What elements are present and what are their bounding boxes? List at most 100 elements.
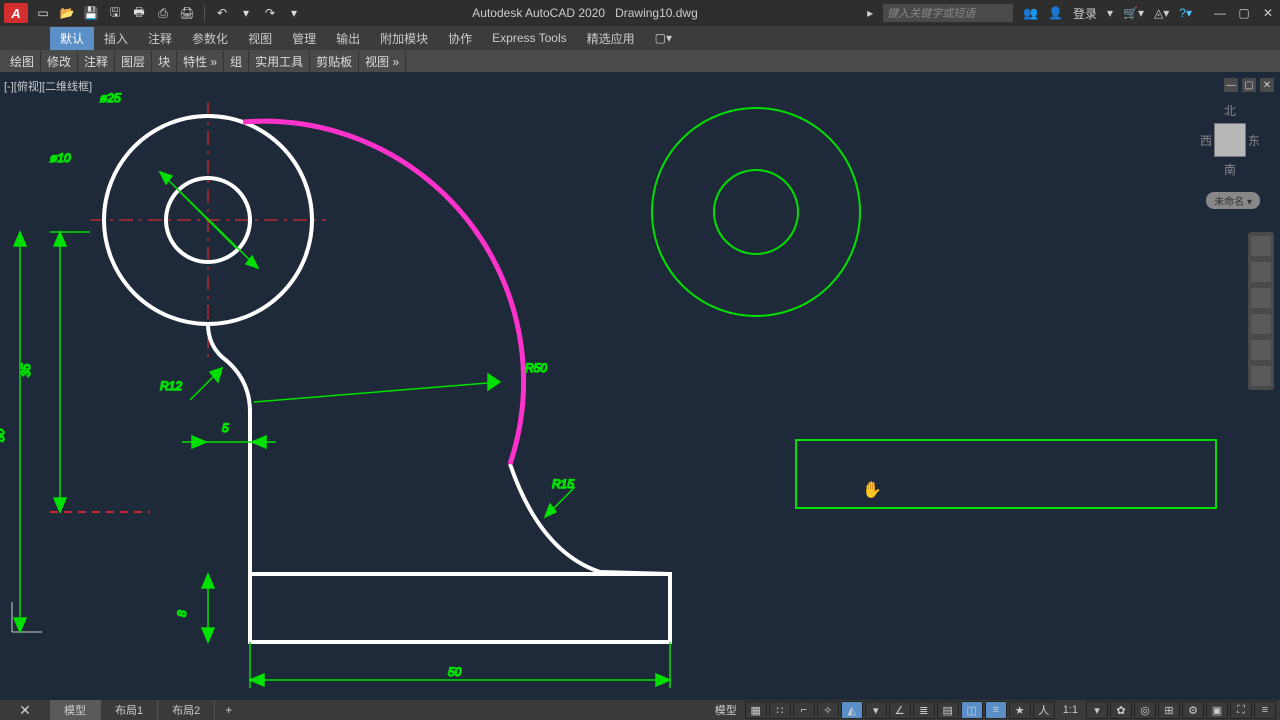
document-name: Drawing10.dwg xyxy=(615,6,698,20)
ortho-icon[interactable]: ⌐ xyxy=(793,701,815,719)
tab-layout2[interactable]: 布局2 xyxy=(158,700,215,720)
hardware-accel-icon[interactable]: ⚙ xyxy=(1182,701,1204,719)
undo-drop-icon[interactable]: ▾ xyxy=(237,4,255,22)
redo-drop-icon[interactable]: ▾ xyxy=(285,4,303,22)
window-controls: — ▢ ✕ xyxy=(1212,5,1276,21)
scale-drop-icon[interactable]: ▾ xyxy=(1086,701,1108,719)
panel-layers[interactable]: 图层 xyxy=(115,51,152,72)
commandline-close-icon[interactable]: ✕ xyxy=(0,702,50,719)
lineweight-icon[interactable]: ≣ xyxy=(913,701,935,719)
tab-manage[interactable]: 管理 xyxy=(282,27,326,50)
saveas-icon[interactable]: 🖫 xyxy=(106,4,124,22)
ucs-icon xyxy=(12,602,42,632)
save-icon[interactable]: 💾 xyxy=(82,4,100,22)
publish-icon[interactable]: ⎙ xyxy=(154,4,172,22)
tab-express[interactable]: Express Tools xyxy=(482,28,576,48)
dyninput-icon[interactable]: ≡ xyxy=(985,701,1007,719)
panel-view[interactable]: 视图 » xyxy=(359,51,406,72)
print-icon[interactable]: 🖨 xyxy=(178,4,196,22)
viewcube-east[interactable]: 东 xyxy=(1248,132,1260,149)
otrack-icon[interactable]: ∠ xyxy=(889,701,911,719)
tab-parametric[interactable]: 参数化 xyxy=(182,27,238,50)
status-model[interactable]: 模型 xyxy=(709,702,743,718)
drawing-canvas[interactable]: ø25 ø10 R50 R15 R12 35 50 5 8 50 xyxy=(0,72,1280,700)
open-icon[interactable]: 📂 xyxy=(58,4,76,22)
search-input[interactable]: 键入关键字或短语 xyxy=(883,4,1013,22)
viewcube-top-face[interactable] xyxy=(1214,123,1246,157)
tab-view[interactable]: 视图 xyxy=(238,27,282,50)
selection-cycling-icon[interactable]: ◫ xyxy=(961,701,983,719)
tab-featured[interactable]: 精选应用 xyxy=(577,27,645,50)
panel-annotate[interactable]: 注释 xyxy=(78,51,115,72)
transparency-icon[interactable]: ▤ xyxy=(937,701,959,719)
maximize-icon[interactable]: ▢ xyxy=(1236,5,1252,21)
search-arrow-icon[interactable]: ▸ xyxy=(867,6,873,20)
annoscale-icon[interactable]: 人 xyxy=(1033,701,1055,719)
grid-icon[interactable]: ▦ xyxy=(745,701,767,719)
panel-block[interactable]: 块 xyxy=(152,51,177,72)
nav-showmotion-icon[interactable] xyxy=(1251,340,1271,360)
new-icon[interactable]: ▭ xyxy=(34,4,52,22)
app-logo[interactable]: A xyxy=(4,3,28,23)
panel-properties[interactable]: 特性 » xyxy=(177,51,224,72)
status-bar: 模型 ▦ ∷ ⌐ ✧ ◭ ▾ ∠ ≣ ▤ ◫ ≡ ★ 人 1:1 ▾ ✿ ◎ ⊞… xyxy=(709,700,1276,720)
svg-text:R15: R15 xyxy=(552,477,574,491)
panel-modify[interactable]: 修改 xyxy=(41,51,78,72)
help-icon[interactable]: ?▾ xyxy=(1179,6,1192,20)
signin-icon[interactable]: 👤 xyxy=(1048,6,1063,20)
nav-wheel-icon[interactable] xyxy=(1251,236,1271,256)
panel-group[interactable]: 组 xyxy=(224,51,249,72)
signin-drop-icon[interactable]: ▾ xyxy=(1107,6,1113,20)
ribbon-panel-bar: 绘图 修改 注释 图层 块 特性 » 组 实用工具 剪贴板 视图 » xyxy=(0,50,1280,72)
nav-orbit-icon[interactable] xyxy=(1251,314,1271,334)
isolate-icon[interactable]: ▣ xyxy=(1206,701,1228,719)
layout-tabs: ✕ 模型 布局1 布局2 + 模型 ▦ ∷ ⌐ ✧ ◭ ▾ ∠ ≣ ▤ ◫ ≡ … xyxy=(0,700,1280,720)
signin-label[interactable]: 登录 xyxy=(1073,5,1097,22)
tab-output[interactable]: 输出 xyxy=(326,27,370,50)
tab-extra-icon[interactable]: ▢▾ xyxy=(645,28,682,48)
viewcube[interactable]: 北 西 东 南 xyxy=(1200,102,1260,172)
plot-icon[interactable]: 🖶 xyxy=(130,4,148,22)
redo-icon[interactable]: ↷ xyxy=(261,4,279,22)
viewcube-menu[interactable]: 未命名 ▾ xyxy=(1206,192,1260,209)
svg-text:R50: R50 xyxy=(525,361,547,375)
infocenter-icon[interactable]: 👥 xyxy=(1023,6,1038,20)
tab-addins[interactable]: 附加模块 xyxy=(370,27,438,50)
workspace-icon[interactable]: ✿ xyxy=(1110,701,1132,719)
customize-icon[interactable]: ≡ xyxy=(1254,701,1276,719)
title-right: ▸ 键入关键字或短语 👥 👤 登录 ▾ 🛒▾ ◬▾ ?▾ — ▢ ✕ xyxy=(867,4,1276,22)
anno-monitor-icon[interactable]: ◎ xyxy=(1134,701,1156,719)
tab-annotate[interactable]: 注释 xyxy=(138,27,182,50)
tab-model[interactable]: 模型 xyxy=(50,700,101,720)
close-icon[interactable]: ✕ xyxy=(1260,5,1276,21)
isodraft-icon[interactable]: ◭ xyxy=(841,701,863,719)
units-icon[interactable]: ⊞ xyxy=(1158,701,1180,719)
tab-layout1[interactable]: 布局1 xyxy=(101,700,158,720)
nav-more-icon[interactable] xyxy=(1251,366,1271,386)
tab-collaborate[interactable]: 协作 xyxy=(438,27,482,50)
viewcube-south[interactable]: 南 xyxy=(1200,161,1260,178)
drawing-viewport[interactable]: [-][俯视][二维线框] — ▢ ✕ xyxy=(0,72,1280,700)
tab-add-button[interactable]: + xyxy=(215,701,242,719)
polar-icon[interactable]: ✧ xyxy=(817,701,839,719)
panel-utilities[interactable]: 实用工具 xyxy=(249,51,310,72)
viewcube-west[interactable]: 西 xyxy=(1200,132,1212,149)
app-store-icon[interactable]: ◬▾ xyxy=(1154,6,1169,20)
tab-default[interactable]: 默认 xyxy=(50,27,94,50)
minimize-icon[interactable]: — xyxy=(1212,5,1228,21)
nav-pan-icon[interactable] xyxy=(1251,262,1271,282)
snap-icon[interactable]: ∷ xyxy=(769,701,791,719)
panel-clipboard[interactable]: 剪贴板 xyxy=(310,51,359,72)
undo-icon[interactable]: ↶ xyxy=(213,4,231,22)
tab-insert[interactable]: 插入 xyxy=(94,27,138,50)
qat-separator xyxy=(204,5,205,21)
osnap-drop-icon[interactable]: ▾ xyxy=(865,701,887,719)
app-name: Autodesk AutoCAD 2020 xyxy=(472,6,605,20)
cleanscreen-icon[interactable]: ⛶ xyxy=(1230,701,1252,719)
exchange-icon[interactable]: 🛒▾ xyxy=(1123,6,1144,20)
scale-label[interactable]: 1:1 xyxy=(1057,704,1084,716)
panel-draw[interactable]: 绘图 xyxy=(4,51,41,72)
qp-icon[interactable]: ★ xyxy=(1009,701,1031,719)
nav-zoom-icon[interactable] xyxy=(1251,288,1271,308)
viewcube-north[interactable]: 北 xyxy=(1200,102,1260,119)
